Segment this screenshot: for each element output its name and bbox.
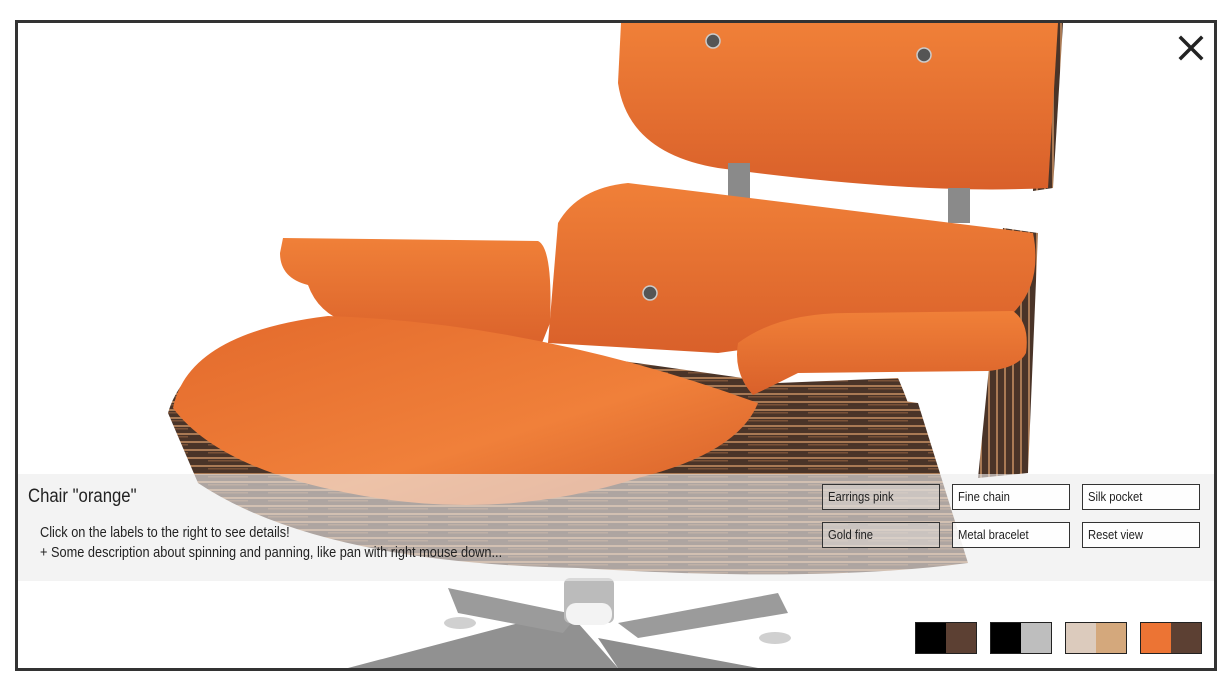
close-button[interactable]: [1176, 33, 1206, 63]
headrest-cushion: [618, 23, 1058, 190]
swatch-color-b: [1096, 623, 1126, 653]
model-title: Chair "orange": [28, 486, 137, 507]
swatch-color-a: [916, 623, 946, 653]
label-text: Reset view: [1088, 528, 1144, 542]
label-text: Earrings pink: [828, 490, 894, 504]
label-text: Silk pocket: [1088, 490, 1143, 504]
label-text: Fine chain: [958, 490, 1010, 504]
label-text: Gold fine: [828, 528, 874, 542]
swatch-color-b: [1171, 623, 1201, 653]
label-text: Metal bracelet: [958, 528, 1029, 542]
swatch-black-brown[interactable]: [915, 622, 977, 654]
swatch-color-a: [991, 623, 1021, 653]
viewer-frame: Chair "orange" Click on the labels to th…: [15, 20, 1217, 671]
model-description: Click on the labels to the right to see …: [40, 523, 502, 563]
chair-base: [348, 578, 791, 668]
swatch-color-a: [1066, 623, 1096, 653]
reset-view-button[interactable]: Reset view: [1082, 522, 1200, 548]
label-gold-fine[interactable]: Gold fine: [822, 522, 940, 548]
swatch-orange-brown[interactable]: [1140, 622, 1202, 654]
label-earrings-pink[interactable]: Earrings pink: [822, 484, 940, 510]
swatch-beige-tan[interactable]: [1065, 622, 1127, 654]
description-line: + Some description about spinning and pa…: [40, 545, 503, 561]
button-tuft: [705, 33, 721, 49]
description-line: Click on the labels to the right to see …: [40, 525, 290, 541]
close-icon: [1178, 35, 1204, 61]
swatch-color-b: [1021, 623, 1051, 653]
swatch-color-b: [946, 623, 976, 653]
swatch-color-a: [1141, 623, 1171, 653]
label-metal-bracelet[interactable]: Metal bracelet: [952, 522, 1070, 548]
label-fine-chain[interactable]: Fine chain: [952, 484, 1070, 510]
label-silk-pocket[interactable]: Silk pocket: [1082, 484, 1200, 510]
swatch-black-gray[interactable]: [990, 622, 1052, 654]
